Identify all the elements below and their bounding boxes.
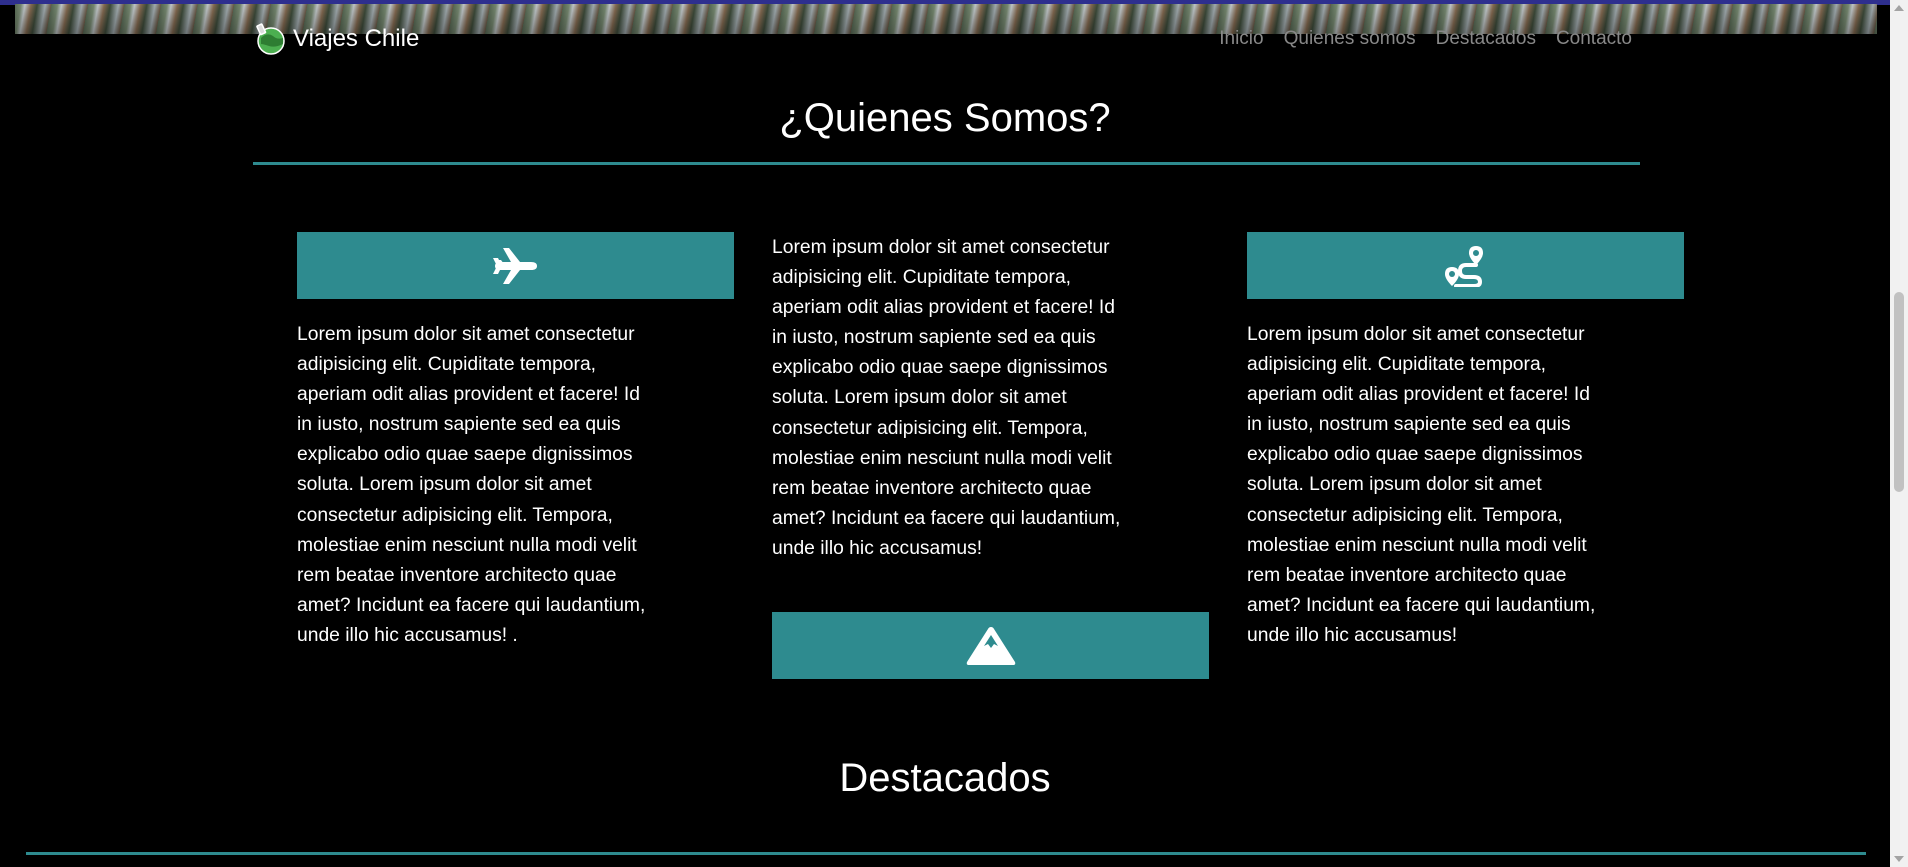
scrollbar-thumb[interactable] xyxy=(1894,292,1904,492)
route-icon xyxy=(1444,245,1483,287)
section-title-quienes-somos: ¿Quienes Somos? xyxy=(779,96,1111,140)
feature-icon-box-routes xyxy=(1247,232,1684,299)
nav-inicio[interactable]: Inicio xyxy=(1219,28,1263,50)
about-paragraph-1: Lorem ipsum dolor sit amet consectetur a… xyxy=(297,324,646,646)
nav-destacados[interactable]: Destacados xyxy=(1436,28,1536,50)
feature-icon-box-nature xyxy=(772,612,1209,679)
plane-icon xyxy=(492,247,537,284)
mountain-icon xyxy=(966,626,1015,665)
scroll-down-arrow-icon[interactable] xyxy=(1894,856,1904,862)
globe-traveler-icon xyxy=(256,23,285,55)
brand-name: Viajes Chile xyxy=(293,25,420,52)
section-title-destacados: Destacados xyxy=(839,756,1051,800)
main-nav: Inicio Quienes somos Destacados Contacto xyxy=(1219,28,1632,50)
about-paragraph-2: Lorem ipsum dolor sit amet consectetur a… xyxy=(772,237,1121,559)
section-divider xyxy=(253,162,1640,165)
nav-contacto[interactable]: Contacto xyxy=(1556,28,1632,50)
brand[interactable]: Viajes Chile xyxy=(253,22,419,56)
feature-icon-box-travel xyxy=(297,232,734,299)
nav-quienes-somos[interactable]: Quienes somos xyxy=(1284,28,1416,50)
scroll-up-arrow-icon[interactable] xyxy=(1894,5,1904,11)
section-divider-destacados xyxy=(26,852,1866,855)
about-paragraph-3: Lorem ipsum dolor sit amet consectetur a… xyxy=(1247,324,1596,646)
page-scrollbar[interactable] xyxy=(1890,0,1908,867)
